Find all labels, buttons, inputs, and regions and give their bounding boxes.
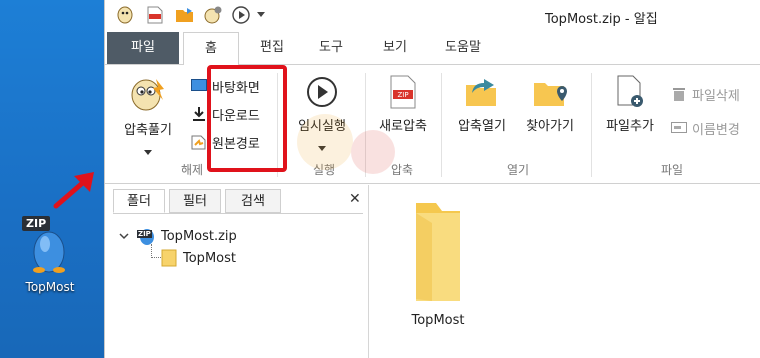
folder-icon xyxy=(416,203,460,301)
extract-to-source-button[interactable]: 원본경로 xyxy=(191,131,260,153)
app-icon[interactable] xyxy=(115,5,135,25)
tree-item-archive[interactable]: ZIP TopMost.zip xyxy=(119,226,237,246)
separator xyxy=(365,73,366,177)
alzip-egg-icon xyxy=(33,231,65,273)
file-list: TopMost xyxy=(370,185,760,358)
zip-archive-icon: ZIP xyxy=(137,227,157,245)
ribbon: 압축풀기 바탕화면 다운로드 원본경로 해제 임시실행 실행 ZIP 새로압축 … xyxy=(105,64,760,184)
find-location-label: 찾아가기 xyxy=(526,119,574,134)
close-icon[interactable]: ✕ xyxy=(349,191,361,207)
delete-file-button[interactable]: 파일삭제 xyxy=(671,83,740,105)
add-file-icon xyxy=(617,75,643,107)
find-location-button[interactable]: 찾아가기 xyxy=(515,75,585,134)
tab-file[interactable]: 파일 xyxy=(107,32,179,64)
zip-file-icon: ZIP xyxy=(390,75,416,109)
ribbon-tabs: 파일 홈 편집 도구 보기 도움말 xyxy=(105,32,760,65)
source-path-icon xyxy=(191,134,207,150)
folder-open-arrow-icon xyxy=(466,79,496,106)
dropdown-icon[interactable] xyxy=(255,5,267,25)
separator xyxy=(441,73,442,177)
tree-item-label: TopMost.zip xyxy=(161,228,237,244)
desktop-icon xyxy=(191,78,207,94)
extract-label: 압축풀기 xyxy=(124,123,172,138)
extract-to-desktop-button[interactable]: 바탕화면 xyxy=(191,75,260,97)
rename-icon xyxy=(671,120,687,136)
tab-tools[interactable]: 도구 xyxy=(303,32,359,64)
run-icon[interactable] xyxy=(231,5,251,25)
folder-pane: 폴더 필터 검색 ✕ ZIP TopMost.zip TopMost xyxy=(105,185,369,358)
svg-text:ZIP: ZIP xyxy=(397,91,408,99)
tab-home[interactable]: 홈 xyxy=(183,32,239,65)
group-label-extract: 해제 xyxy=(181,163,204,177)
group-label-open: 열기 xyxy=(507,163,530,177)
tab-help[interactable]: 도움말 xyxy=(431,32,495,64)
extract-button[interactable]: 압축풀기 xyxy=(109,75,187,159)
new-compress-button[interactable]: ZIP 새로압축 xyxy=(369,75,437,134)
red-arrow-icon xyxy=(53,172,94,209)
temp-run-button[interactable]: 임시실행 xyxy=(283,75,361,155)
folder-pin-icon xyxy=(534,83,567,106)
trash-icon xyxy=(671,86,687,102)
separator xyxy=(277,73,278,177)
tab-search[interactable]: 검색 xyxy=(225,189,281,213)
settings-icon[interactable] xyxy=(203,5,223,25)
extract-icon xyxy=(131,79,164,111)
open-archive-button[interactable]: 압축열기 xyxy=(447,75,517,134)
chevron-down-icon[interactable] xyxy=(119,232,133,240)
new-compress-label: 새로압축 xyxy=(379,119,427,134)
extract-dropdown-icon[interactable] xyxy=(109,144,187,159)
alzip-window: TopMost.zip - 알집 파일 홈 편집 도구 보기 도움말 압축풀기 … xyxy=(104,0,760,358)
download-icon xyxy=(191,106,207,122)
tree-item-label: TopMost xyxy=(183,250,236,266)
desktop-background: ZIP TopMost xyxy=(0,0,104,358)
folder-open-icon[interactable] xyxy=(175,5,195,25)
tab-folder[interactable]: 폴더 xyxy=(113,189,165,213)
tab-view[interactable]: 보기 xyxy=(367,32,423,64)
list-item-label: TopMost xyxy=(411,313,465,328)
extract-to-downloads-button[interactable]: 다운로드 xyxy=(191,103,260,125)
group-label-compress: 압축 xyxy=(391,163,414,177)
open-archive-label: 압축열기 xyxy=(458,119,506,134)
temp-run-dropdown-icon[interactable] xyxy=(283,140,361,155)
title-bar: TopMost.zip - 알집 xyxy=(105,0,760,32)
play-icon xyxy=(307,77,337,107)
rename-button[interactable]: 이름변경 xyxy=(671,117,740,139)
zip-badge: ZIP xyxy=(22,216,51,231)
tree-item-folder[interactable]: TopMost xyxy=(161,248,236,268)
tab-filter[interactable]: 필터 xyxy=(169,189,221,213)
add-file-button[interactable]: 파일추가 xyxy=(593,75,667,134)
separator xyxy=(591,73,592,177)
group-label-file: 파일 xyxy=(661,163,684,177)
add-file-label: 파일추가 xyxy=(606,119,654,134)
folder-icon xyxy=(161,249,177,267)
tab-edit[interactable]: 편집 xyxy=(245,32,299,64)
tree-connector xyxy=(151,244,161,258)
group-label-run: 실행 xyxy=(313,163,336,177)
folder-tree: ZIP TopMost.zip TopMost xyxy=(113,213,363,358)
zip-new-icon[interactable] xyxy=(145,5,165,25)
temp-run-label: 임시실행 xyxy=(298,119,346,134)
window-title: TopMost.zip - 알집 xyxy=(545,12,658,27)
desktop-icon-label: TopMost xyxy=(25,280,75,294)
